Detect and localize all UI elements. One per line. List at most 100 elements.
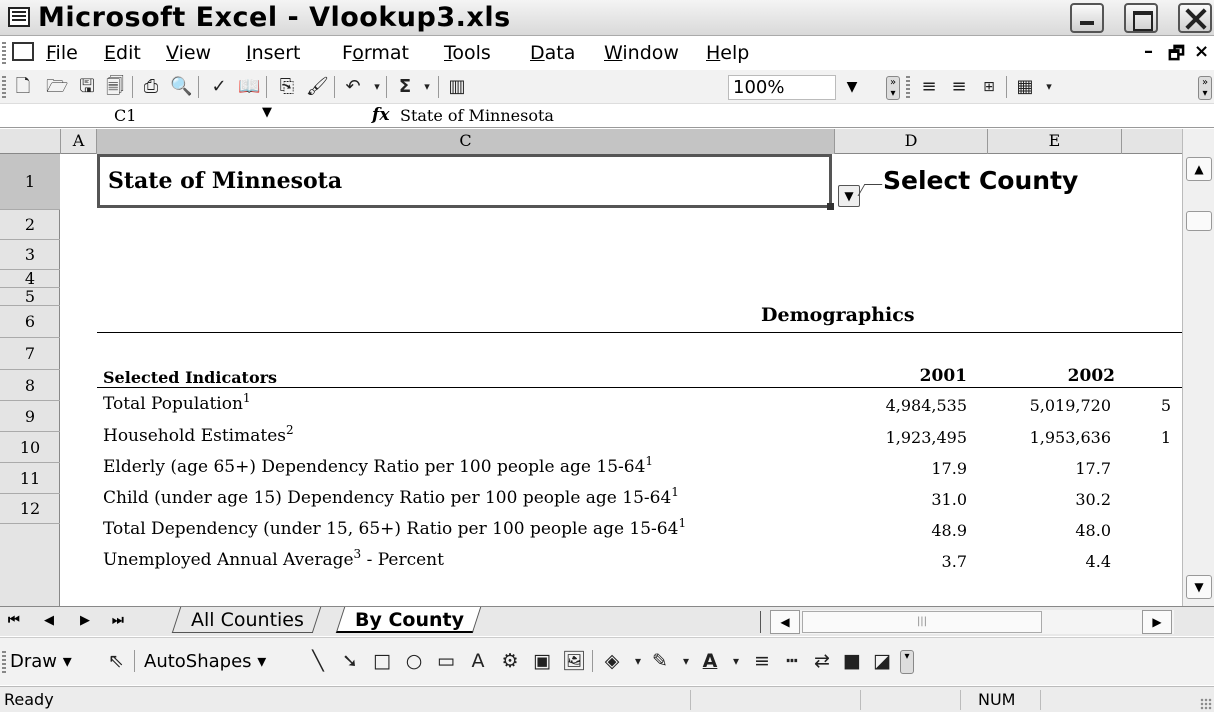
menu-insert[interactable]: Insert	[246, 42, 301, 64]
prev-sheet-icon[interactable]: ◀	[44, 613, 54, 628]
menu-file[interactable]: File	[46, 42, 78, 64]
horizontal-scroll-thumb[interactable]: |||	[802, 611, 1042, 633]
row-header-3[interactable]: 3	[0, 240, 60, 270]
arrow-style-icon[interactable]: ⇄	[810, 649, 834, 673]
horizontal-scrollbar[interactable]: ◀ ||| ▶	[770, 610, 1174, 634]
doc-close-icon[interactable]: ×	[1194, 41, 1209, 62]
line-style-icon[interactable]: ≡	[750, 649, 774, 673]
scroll-up-icon[interactable]: ▲	[1186, 157, 1212, 181]
scroll-left-icon[interactable]: ◀	[770, 610, 800, 634]
dash-style-icon[interactable]: ┅	[780, 649, 804, 673]
row-header-7[interactable]: 7	[0, 338, 60, 370]
shadow-style-icon[interactable]: ■	[840, 649, 864, 673]
undo-icon[interactable]: ↶	[342, 76, 364, 98]
county-dropdown-button[interactable]: ▼	[838, 185, 860, 207]
borders-icon[interactable]: ▦	[1014, 76, 1036, 98]
toolbar-options-icon[interactable]: ▾	[900, 650, 914, 674]
row-header-11[interactable]: 11	[0, 463, 60, 494]
toolbar-grip[interactable]	[2, 76, 6, 98]
format-painter-icon[interactable]: 🖌	[306, 76, 329, 98]
row-header-9[interactable]: 9	[0, 401, 60, 432]
minimize-button[interactable]	[1070, 3, 1104, 33]
zoom-input[interactable]: 100%	[728, 75, 836, 100]
toolbar-options-icon[interactable]: » ▾	[886, 76, 900, 100]
next-sheet-icon[interactable]: ▶	[80, 613, 90, 628]
picture-icon[interactable]: 🖼	[562, 649, 586, 673]
toolbar-grip[interactable]	[906, 76, 910, 98]
menu-view[interactable]: View	[166, 42, 211, 64]
print-icon[interactable]: ⎙	[140, 76, 162, 98]
autosum-icon[interactable]: Σ	[394, 76, 416, 98]
select-objects-icon[interactable]: ⇖	[104, 649, 128, 673]
menu-format[interactable]: Format	[342, 42, 409, 64]
column-header-f[interactable]	[1122, 129, 1182, 154]
line-color-dropdown-icon[interactable]: ▾	[674, 649, 698, 673]
first-sheet-icon[interactable]: ⏮	[8, 613, 20, 628]
column-header-a[interactable]: A	[61, 129, 97, 154]
line-color-icon[interactable]: ✎	[648, 649, 672, 673]
menu-data[interactable]: Data	[530, 42, 575, 64]
column-header-e[interactable]: E	[988, 129, 1122, 154]
toolbar-options-icon[interactable]: » ▾	[1198, 76, 1212, 100]
resize-grip[interactable]	[1200, 698, 1212, 710]
arrow-icon[interactable]: ➘	[338, 649, 362, 673]
menu-edit[interactable]: Edit	[104, 42, 141, 64]
align-left-icon[interactable]: ≡	[918, 76, 940, 98]
menu-grip[interactable]	[2, 42, 6, 64]
row-header-5[interactable]: 5	[0, 288, 60, 306]
tab-all-counties[interactable]: All Counties	[171, 607, 322, 633]
spelling-icon[interactable]: ✓	[208, 76, 230, 98]
new-icon[interactable]: 🗋	[12, 76, 34, 98]
chart-wizard-icon[interactable]: ▥	[446, 76, 468, 98]
font-color-icon[interactable]: A	[698, 649, 722, 673]
column-header-c[interactable]: C	[97, 129, 835, 154]
name-box[interactable]: C1	[114, 106, 136, 125]
menu-window[interactable]: Window	[604, 42, 679, 64]
scroll-right-icon[interactable]: ▶	[1142, 610, 1172, 634]
wordart-icon[interactable]: A	[466, 649, 490, 673]
undo-dropdown-icon[interactable]: ▾	[366, 76, 388, 98]
line-icon[interactable]: ╲	[306, 649, 330, 673]
menu-tools[interactable]: Tools	[444, 42, 491, 64]
diagram-icon[interactable]: ⚙	[498, 649, 522, 673]
row-header-4[interactable]: 4	[0, 270, 60, 288]
close-button[interactable]	[1178, 3, 1212, 33]
select-all-corner[interactable]	[0, 129, 61, 154]
row-header-1[interactable]: 1	[0, 154, 60, 210]
row-header-8[interactable]: 8	[0, 370, 60, 401]
fill-color-icon[interactable]: ◈	[600, 649, 624, 673]
row-header-6[interactable]: 6	[0, 306, 60, 338]
tab-by-county[interactable]: By County	[335, 607, 482, 633]
row-header-12[interactable]: 12	[0, 494, 60, 524]
excel-app-icon[interactable]	[8, 7, 30, 27]
vertical-scroll-thumb[interactable]	[1186, 211, 1212, 231]
autosum-dropdown-icon[interactable]: ▾	[416, 76, 438, 98]
print-preview-icon[interactable]: 🔍	[170, 76, 192, 98]
clipart-icon[interactable]: ▣	[530, 649, 554, 673]
merge-center-icon[interactable]: ⊞	[978, 76, 1000, 98]
save-icon[interactable]: 🖫	[76, 76, 98, 98]
borders-dropdown-icon[interactable]: ▾	[1038, 76, 1060, 98]
insert-function-icon[interactable]: fx	[372, 105, 389, 125]
menu-help[interactable]: Help	[706, 42, 749, 64]
zoom-dropdown-icon[interactable]: ▼	[840, 75, 864, 100]
tab-split-handle[interactable]	[760, 611, 761, 633]
copy-icon[interactable]: ⎘	[276, 76, 298, 98]
cell-c1-selected[interactable]: State of Minnesota	[97, 154, 834, 210]
fill-color-dropdown-icon[interactable]: ▾	[626, 649, 650, 673]
toolbar-grip[interactable]	[2, 651, 6, 673]
textbox-icon[interactable]: ▭	[434, 649, 458, 673]
doc-minimize-icon[interactable]: –	[1144, 41, 1153, 62]
last-sheet-icon[interactable]: ⏭	[112, 613, 124, 628]
3d-style-icon[interactable]: ◪	[870, 649, 894, 673]
row-header-2[interactable]: 2	[0, 210, 60, 240]
align-right-icon[interactable]: ≡	[948, 76, 970, 98]
permission-icon[interactable]: 🗐	[104, 76, 126, 98]
open-icon[interactable]: 🗁	[46, 76, 68, 98]
fill-handle[interactable]	[827, 203, 834, 210]
research-icon[interactable]: 📖	[238, 76, 260, 98]
rectangle-icon[interactable]: □	[370, 649, 394, 673]
autoshapes-menu-button[interactable]: AutoShapes ▾	[144, 651, 266, 672]
oval-icon[interactable]: ○	[402, 649, 426, 673]
font-color-dropdown-icon[interactable]: ▾	[724, 649, 748, 673]
